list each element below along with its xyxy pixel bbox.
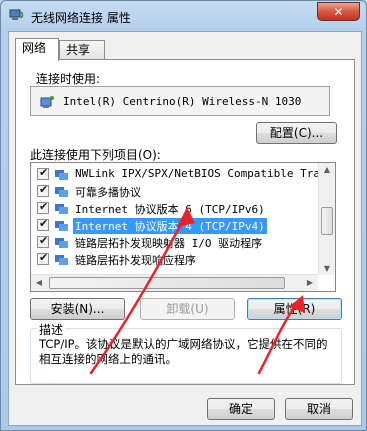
description-title: 描述 <box>37 321 66 338</box>
scroll-down-arrow-icon[interactable]: ▼ <box>319 264 335 273</box>
protocol-icon <box>55 204 68 214</box>
scroll-left-arrow-icon[interactable]: ◀ <box>31 278 47 287</box>
items-list[interactable]: NWLink IPX/SPX/NetBIOS Compatible Transp… <box>30 162 336 292</box>
uninstall-button: 卸载(U) <box>140 298 235 320</box>
network-tab-panel: 连接时使用: Intel(R) Centrino(R) Wireless-N 1… <box>15 59 355 385</box>
cancel-button[interactable]: 取消 <box>285 398 353 420</box>
item-checkbox[interactable] <box>37 166 49 180</box>
configure-button[interactable]: 配置(C)... <box>256 122 337 144</box>
item-checkbox[interactable] <box>37 200 49 214</box>
list-item[interactable]: 可靠多播协议 <box>31 183 311 200</box>
tab-network[interactable]: 网络 <box>15 38 59 61</box>
horizontal-scroll-thumb[interactable] <box>49 277 285 289</box>
scroll-up-arrow-icon[interactable]: ▲ <box>319 165 335 174</box>
item-label: 可靠多播协议 <box>75 186 141 199</box>
vertical-scrollbar[interactable]: ▲ ▼ <box>318 163 335 275</box>
description-text: TCP/IP。该协议是默认的广域网络协议，它提供在不同的相互连接的网络上的通讯。 <box>39 337 328 366</box>
description-group: 描述 TCP/IP。该协议是默认的广域网络协议，它提供在不同的相互连接的网络上的… <box>30 321 342 384</box>
protocol-icon <box>55 238 68 248</box>
properties-button[interactable]: 属性(R) <box>247 298 342 320</box>
install-button[interactable]: 安装(N)... <box>30 298 125 320</box>
adapter-name: Intel(R) Centrino(R) Wireless-N 1030 <box>63 95 302 108</box>
list-item[interactable]: 链路层拓扑发现响应程序 <box>31 251 311 268</box>
protocol-icon <box>55 187 68 197</box>
adapter-field: Intel(R) Centrino(R) Wireless-N 1030 <box>30 86 330 116</box>
scroll-right-arrow-icon[interactable]: ▶ <box>302 278 318 287</box>
protocol-icon <box>55 221 68 231</box>
item-checkbox[interactable] <box>37 251 49 265</box>
list-item[interactable]: NWLink IPX/SPX/NetBIOS Compatible Transp… <box>31 166 335 183</box>
item-label: NWLink IPX/SPX/NetBIOS Compatible Transp… <box>75 167 336 180</box>
title-bar[interactable]: 无线网络连接 属性 ✕ <box>1 1 366 31</box>
item-checkbox[interactable] <box>37 234 49 248</box>
items-label: 此连接使用下列项目(O): <box>30 148 161 162</box>
connect-using-label: 连接时使用: <box>36 72 101 86</box>
network-connection-icon <box>9 9 24 20</box>
item-label: Internet 协议版本 4 (TCP/IPv4) <box>73 218 267 234</box>
item-label: 链路层拓扑发现映射器 I/O 驱动程序 <box>75 237 263 250</box>
properties-dialog: 无线网络连接 属性 ✕ 网络 共享 连接时使用: Intel(R) Centri… <box>0 0 367 431</box>
ok-button[interactable]: 确定 <box>207 398 275 420</box>
close-button[interactable]: ✕ <box>317 2 360 21</box>
tab-sharing[interactable]: 共享 <box>59 40 105 60</box>
item-checkbox[interactable] <box>37 183 49 197</box>
item-label: 链路层拓扑发现响应程序 <box>75 254 196 267</box>
dialog-body: 网络 共享 连接时使用: Intel(R) Centrino(R) Wirele… <box>8 31 362 426</box>
list-item[interactable]: Internet 协议版本 6 (TCP/IPv6) <box>31 200 311 217</box>
protocol-icon <box>55 255 68 265</box>
vertical-scroll-thumb[interactable] <box>321 207 333 235</box>
list-item[interactable]: 链路层拓扑发现映射器 I/O 驱动程序 <box>31 234 311 251</box>
window-title: 无线网络连接 属性 <box>31 11 131 25</box>
protocol-icon <box>55 170 68 180</box>
list-item-selected[interactable]: Internet 协议版本 4 (TCP/IPv4) <box>31 217 311 234</box>
horizontal-scrollbar[interactable]: ◀ ▶ <box>31 274 318 291</box>
item-label: Internet 协议版本 6 (TCP/IPv6) <box>75 203 265 216</box>
item-checkbox[interactable] <box>37 217 49 231</box>
network-adapter-icon <box>40 96 54 108</box>
